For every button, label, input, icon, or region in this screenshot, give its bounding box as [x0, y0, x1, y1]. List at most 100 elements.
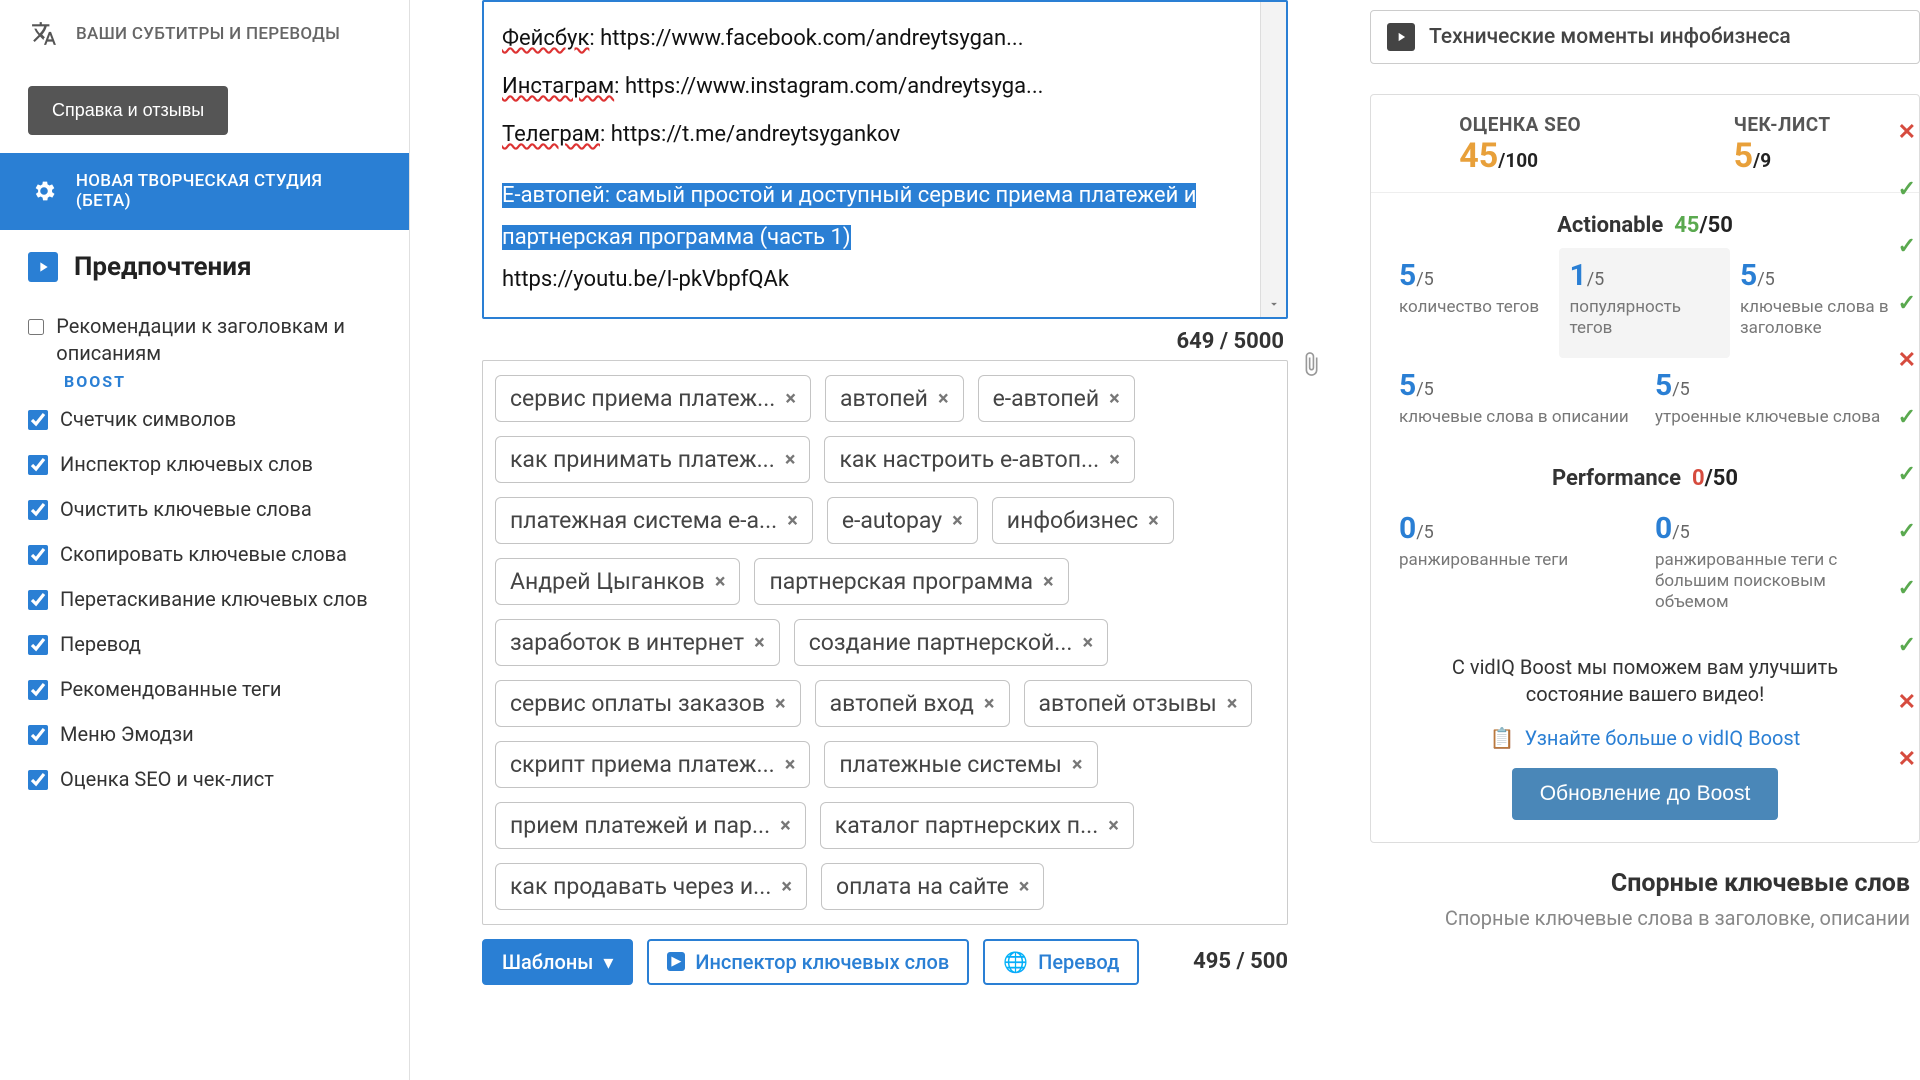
pref-checkbox[interactable] [28, 545, 48, 565]
tag-chip[interactable]: каталог партнерских п...× [820, 802, 1134, 849]
tag-chip[interactable]: создание партнерской...× [794, 619, 1108, 666]
main-column: Фейсбук: https://www.facebook.com/andrey… [410, 0, 1360, 1080]
performance-score-cell[interactable]: 0/5ранжированные теги с большим поисковы… [1645, 501, 1901, 632]
boost-learn-more-link[interactable]: 📋 Узнайте больше о vidIQ Boost [1371, 718, 1919, 768]
pref-check-2[interactable]: Инспектор ключевых слов [0, 442, 409, 487]
copy-icon: 📋 [1490, 726, 1515, 750]
pref-checkbox[interactable] [28, 500, 48, 520]
pref-checkbox[interactable] [28, 725, 48, 745]
tag-remove-icon[interactable]: × [754, 630, 765, 654]
tag-remove-icon[interactable]: × [1109, 386, 1120, 410]
tag-remove-icon[interactable]: × [1227, 691, 1238, 715]
preferences-title: Предпочтения [74, 252, 252, 282]
tag-remove-icon[interactable]: × [1108, 813, 1119, 837]
pref-check-6[interactable]: Перевод [0, 622, 409, 667]
description-line: Фейсбук: https://www.facebook.com/andrey… [502, 18, 1268, 60]
tag-remove-icon[interactable]: × [785, 386, 796, 410]
tag-chip[interactable]: е-автопей× [978, 375, 1135, 422]
scrollbar-down-button[interactable] [1260, 2, 1286, 317]
actionable-score-cell[interactable]: 5/5количество тегов [1389, 248, 1559, 358]
templates-button[interactable]: Шаблоны ▾ [482, 939, 633, 985]
pref-check-3[interactable]: Очистить ключевые слова [0, 487, 409, 532]
pref-check-5[interactable]: Перетаскивание ключевых слов [0, 577, 409, 622]
pref-checkbox[interactable] [28, 317, 44, 337]
tag-chip[interactable]: как продавать через и...× [495, 863, 807, 910]
tag-label: как настроить е-автоп... [839, 446, 1099, 473]
check-mark-icon: ✓ [1898, 177, 1916, 202]
translate-button[interactable]: 🌐Перевод [983, 939, 1139, 985]
help-feedback-button[interactable]: Справка и отзывы [28, 86, 228, 135]
tag-remove-icon[interactable]: × [775, 691, 786, 715]
tag-remove-icon[interactable]: × [785, 447, 796, 471]
tag-remove-icon[interactable]: × [781, 874, 792, 898]
tag-remove-icon[interactable]: × [787, 508, 798, 532]
pref-checkbox[interactable] [28, 635, 48, 655]
pref-checkbox[interactable] [28, 590, 48, 610]
tag-remove-icon[interactable]: × [1072, 752, 1083, 776]
tag-chip[interactable]: как настроить е-автоп... × [824, 436, 1134, 483]
pref-check-9[interactable]: Оценка SEO и чек-лист [0, 757, 409, 802]
tag-chip[interactable]: инфобизнес × [992, 497, 1174, 544]
actionable-score-cell[interactable]: 5/5ключевые слова в описании [1389, 358, 1645, 446]
pref-checkbox[interactable] [28, 410, 48, 430]
keyword-inspector-button[interactable]: ▶Инспектор ключевых слов [647, 939, 969, 985]
actionable-score-cell[interactable]: 1/5популярность тегов [1559, 248, 1729, 358]
tag-chip[interactable]: сервис оплаты заказов× [495, 680, 801, 727]
tag-label: инфобизнес [1007, 507, 1138, 534]
tag-chip[interactable]: платежная система е-а...× [495, 497, 813, 544]
tag-remove-icon[interactable]: × [780, 813, 791, 837]
tag-label: сервис приема платеж... [510, 385, 775, 412]
tag-chip[interactable]: скрипт приема платеж...× [495, 741, 810, 788]
pref-checkbox[interactable] [28, 680, 48, 700]
pref-check-8[interactable]: Меню Эмодзи [0, 712, 409, 757]
tag-chip[interactable]: как принимать платеж...× [495, 436, 810, 483]
pref-check-4[interactable]: Скопировать ключевые слова [0, 532, 409, 577]
tag-remove-icon[interactable]: × [1082, 630, 1093, 654]
pref-label: Рекомендованные теги [60, 676, 281, 703]
tag-label: оплата на сайте [836, 873, 1009, 900]
actionable-score-cell[interactable]: 5/5утроенные ключевые слова [1645, 358, 1901, 446]
tag-remove-icon[interactable]: × [1019, 874, 1030, 898]
sidebar-creator-studio[interactable]: НОВАЯ ТВОРЧЕСКАЯ СТУДИЯ (БЕТА) [0, 153, 409, 230]
tag-chip[interactable]: партнерская программа × [754, 558, 1068, 605]
pref-checkbox[interactable] [28, 770, 48, 790]
tech-moments-card[interactable]: Технические моменты инфобизнеса [1370, 10, 1920, 64]
actionable-score-cell[interactable]: 5/5ключевые слова в заголовке [1730, 248, 1900, 358]
tag-chip[interactable]: заработок в интернет × [495, 619, 780, 666]
tag-chip[interactable]: сервис приема платеж... × [495, 375, 811, 422]
tag-chip[interactable]: автопей отзывы× [1024, 680, 1253, 727]
tag-chip[interactable]: автопей вход× [815, 680, 1010, 727]
pref-check-1[interactable]: Счетчик символов [0, 397, 409, 442]
description-textarea[interactable]: Фейсбук: https://www.facebook.com/andrey… [482, 0, 1288, 319]
tag-chip[interactable]: Андрей Цыганков× [495, 558, 740, 605]
vidiq-play-icon: ▶ [667, 952, 685, 971]
tag-chip[interactable]: оплата на сайте × [821, 863, 1044, 910]
tag-remove-icon[interactable]: × [938, 386, 949, 410]
pref-check-0[interactable]: Рекомендации к заголовкам и описаниям [0, 304, 409, 376]
tag-label: партнерская программа [769, 568, 1033, 595]
tag-label: прием платежей и пар... [510, 812, 770, 839]
tag-chip[interactable]: прием платежей и пар... × [495, 802, 806, 849]
tags-input[interactable]: сервис приема платеж...×автопей×е-автопе… [482, 360, 1288, 925]
tag-chip[interactable]: e-autopay× [827, 497, 978, 544]
pref-checkbox[interactable] [28, 455, 48, 475]
seo-score-block: ОЦЕНКА SEO 45/100 [1459, 113, 1581, 176]
tag-chip[interactable]: автопей× [825, 375, 964, 422]
check-mark-icon: ✓ [1898, 462, 1916, 487]
gear-icon [28, 175, 60, 207]
tag-chip[interactable]: платежные системы× [824, 741, 1097, 788]
tag-remove-icon[interactable]: × [785, 752, 796, 776]
tag-remove-icon[interactable]: × [1148, 508, 1159, 532]
tag-remove-icon[interactable]: × [984, 691, 995, 715]
performance-score-cell[interactable]: 0/5ранжированные теги [1389, 501, 1645, 632]
tag-remove-icon[interactable]: × [715, 569, 726, 593]
sidebar-subtitles[interactable]: ВАШИ СУБТИТРЫ И ПЕРЕВОДЫ [0, 0, 409, 68]
description-line: Телеграм: https://t.me/andreytsygankov [502, 114, 1268, 156]
pref-check-7[interactable]: Рекомендованные теги [0, 667, 409, 712]
tag-remove-icon[interactable]: × [952, 508, 963, 532]
tag-label: заработок в интернет [510, 629, 744, 656]
attachment-icon[interactable] [1298, 351, 1324, 383]
boost-upgrade-button[interactable]: Обновление до Boost [1512, 768, 1779, 820]
tag-remove-icon[interactable]: × [1109, 447, 1120, 471]
tag-remove-icon[interactable]: × [1043, 569, 1054, 593]
